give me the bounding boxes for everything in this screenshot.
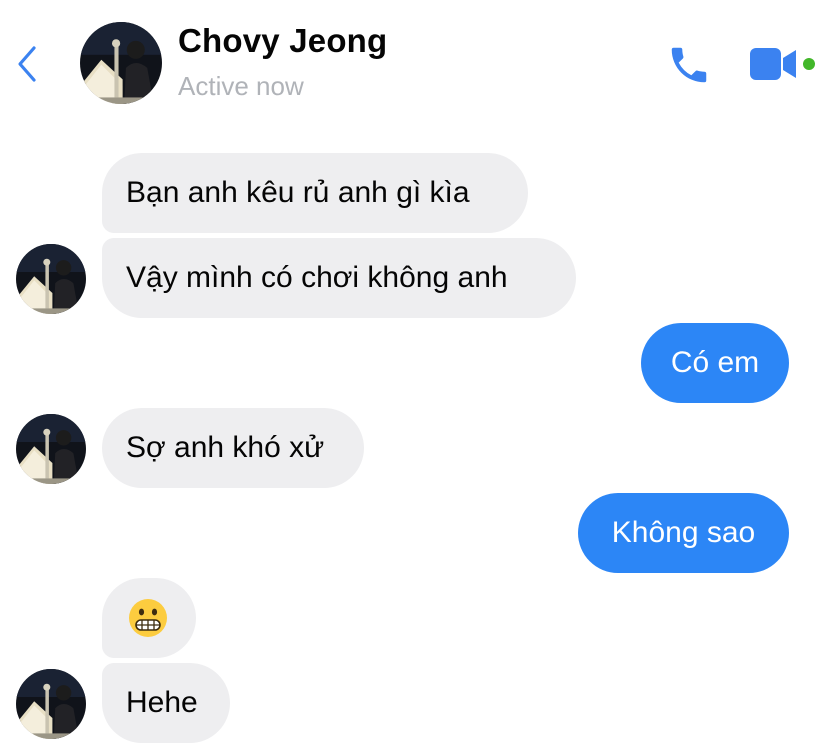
message-text: Có em	[670, 346, 760, 379]
sender-avatar[interactable]	[16, 244, 86, 314]
contact-name[interactable]: Chovy Jeong	[178, 22, 387, 60]
message-text: Bạn anh kêu rủ anh gì kìa	[126, 176, 470, 209]
message-text: Vậy mình có chơi không anh	[126, 261, 508, 294]
video-call-button[interactable]	[746, 44, 818, 84]
incoming-message[interactable]: Vậy mình có chơi không anh	[102, 238, 576, 318]
grimacing-face-emoji	[129, 599, 167, 637]
message-text: Không sao	[611, 516, 756, 549]
incoming-emoji-message[interactable]	[102, 578, 196, 658]
contact-avatar[interactable]	[80, 22, 162, 104]
back-button[interactable]	[12, 40, 48, 88]
incoming-message[interactable]: Hehe	[102, 663, 230, 743]
conversation-header: Chovy Jeong Active now	[0, 0, 828, 120]
audio-call-button[interactable]	[666, 42, 712, 88]
sender-avatar[interactable]	[16, 669, 86, 739]
outgoing-message[interactable]: Không sao	[578, 493, 789, 573]
message-text: Hehe	[126, 686, 198, 719]
video-camera-icon	[750, 48, 815, 80]
active-status: Active now	[178, 71, 304, 101]
phone-icon	[671, 47, 707, 83]
sender-avatar[interactable]	[16, 414, 86, 484]
online-indicator	[803, 58, 815, 70]
chevron-left-icon	[18, 46, 36, 82]
incoming-message[interactable]: Bạn anh kêu rủ anh gì kìa	[102, 153, 528, 233]
outgoing-message[interactable]: Có em	[641, 323, 789, 403]
incoming-message[interactable]: Sợ anh khó xử	[102, 408, 364, 488]
message-text: Sợ anh khó xử	[126, 431, 325, 464]
